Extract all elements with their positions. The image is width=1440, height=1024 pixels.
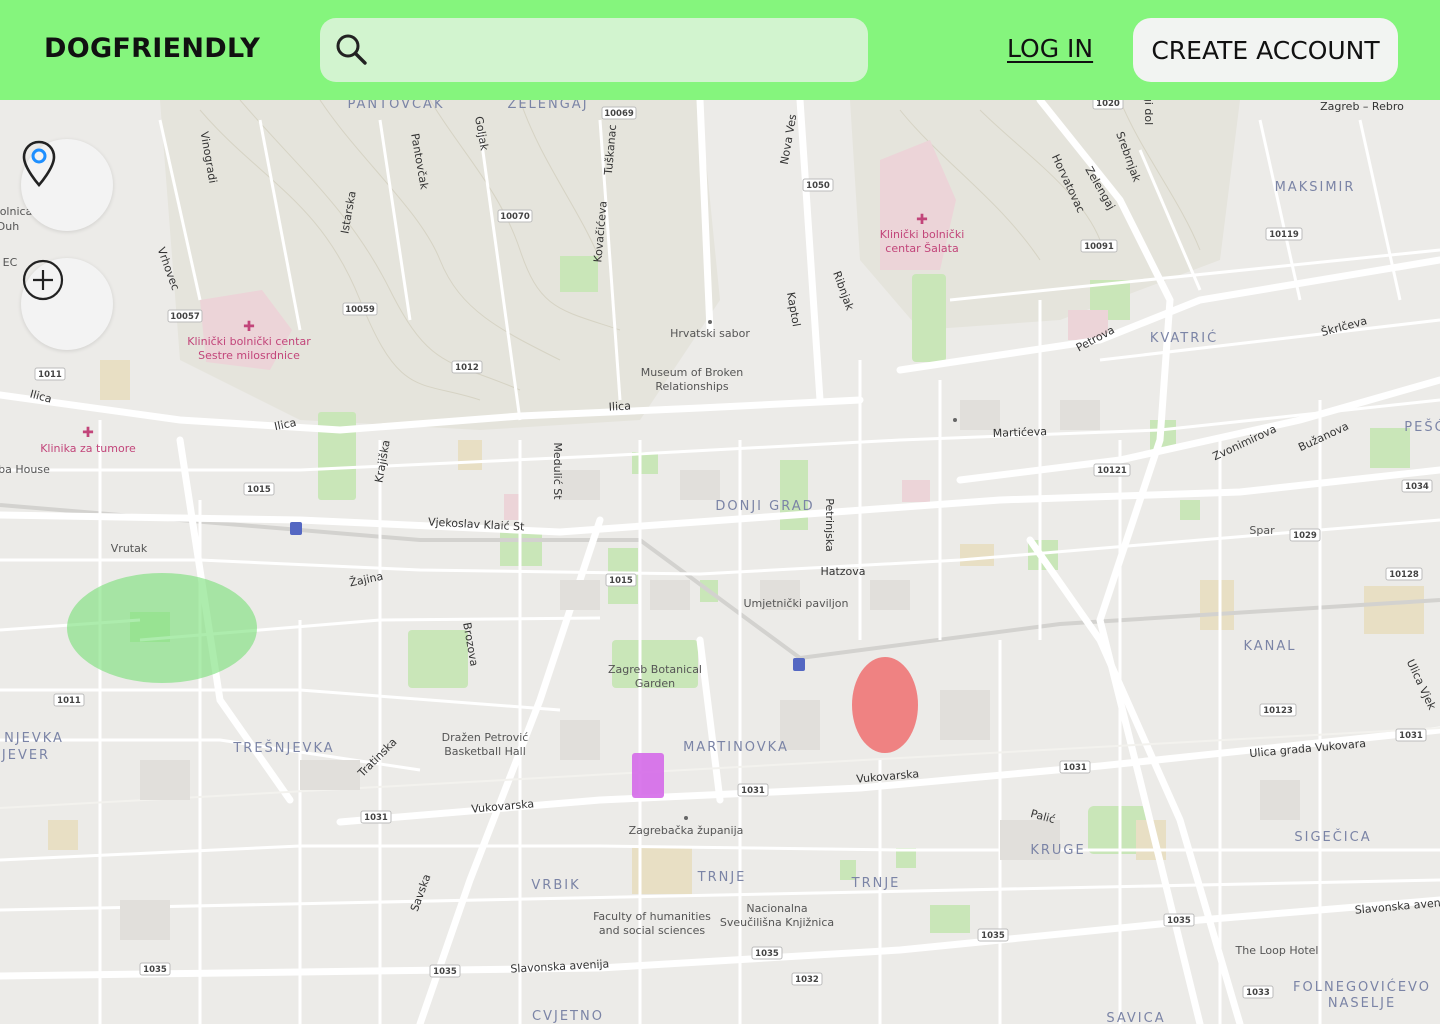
red-area-marker[interactable] [852,657,918,753]
district-label: TREŠNJEVKA [232,740,334,756]
road-number-label: 1011 [38,370,62,380]
road-number-label: 1011 [57,696,81,706]
poi-label: Zagrebačka županija [629,824,744,837]
road-number-label: 1015 [609,576,633,586]
road-number-label: 10070 [500,212,530,222]
poi-label: EC [3,256,18,269]
search-icon [336,34,367,65]
poi-label: Klinički bolnički centar Sestre milosrdni… [187,335,311,362]
road-number-label: 1033 [1246,988,1270,998]
street-label: Petrinjska [823,498,836,552]
map-pin-icon [22,140,56,187]
road-number-label: 1012 [455,363,479,373]
street-label: Zagreb – Rebro [1320,100,1404,113]
road-number-label: 1015 [247,485,271,495]
road-number-label: 10128 [1389,570,1419,580]
poi-label: The Loop Hotel [1235,944,1319,957]
road-number-label: 1031 [1399,731,1423,741]
road-number-label: 1050 [806,181,830,191]
purple-area-marker[interactable] [632,753,664,798]
road-number-label: 1035 [433,967,457,977]
my-location-button[interactable] [21,139,113,231]
top-bar: DOGFRIENDLY LOG IN CREATE ACCOUNT [0,0,1440,100]
district-label: JEVER [1,748,50,763]
road-number-label: 1035 [1167,916,1191,926]
road-number-label: 1031 [741,786,765,796]
district-label: TRNJE [697,870,747,885]
search-box[interactable] [320,18,868,82]
district-label: KVATRIĆ [1150,330,1218,346]
road-number-label: 1035 [143,965,167,975]
search-input[interactable] [382,30,852,70]
road-number-label: 1032 [795,975,819,985]
road-number-label: 10123 [1263,706,1293,716]
street-label: Medulić St [551,442,564,500]
district-label: SAVICA [1106,1011,1165,1024]
green-area-marker[interactable] [67,573,257,683]
road-number-label: 10121 [1097,466,1127,476]
road-number-label: 10091 [1084,242,1114,252]
poi-label: Vrutak [111,542,148,555]
road-number-label: 1031 [1063,763,1087,773]
street-label: Hatzova [820,565,865,578]
street-label: Ilica [608,399,631,413]
poi-label: Umjetnički paviljon [743,597,848,610]
district-label: SIGEČICA [1294,829,1371,845]
district-label: KRUGE [1030,843,1085,858]
district-label: FOLNEGOVIĆEVO [1293,979,1431,995]
map-canvas: 10069 10070 10059 10057 1011 1012 1050 10091 101… [0,100,1440,1024]
train-station-icon [793,658,805,671]
district-label: PANTOVČAK [348,100,445,112]
district-label: PEŠĆ [1404,419,1440,435]
create-account-button[interactable]: CREATE ACCOUNT [1133,18,1398,82]
poi-label: Duh [0,220,19,233]
zoom-in-button[interactable] [21,258,113,350]
road-number-label: 10057 [170,312,200,322]
road-number-label: 10119 [1269,230,1299,240]
road-number-label: 1034 [1405,482,1429,492]
logo[interactable]: DOGFRIENDLY [44,33,260,64]
map-view[interactable]: 10069 10070 10059 10057 1011 1012 1050 10091 101… [0,100,1440,1024]
poi-label: Hrvatski sabor [670,327,750,340]
road-number-label: 1035 [981,931,1005,941]
poi-label: ba House [0,463,50,476]
street-label: Martićeva [993,425,1048,440]
road-number-label: 1031 [364,813,388,823]
district-label: NASELJE [1328,996,1396,1011]
plus-circle-icon [22,259,64,301]
district-label: NJEVKA [4,731,64,746]
poi-label: Klinički bolnički centar Šalata [880,228,965,255]
login-link[interactable]: LOG IN [1007,34,1093,63]
road-number-label: 1035 [755,949,779,959]
poi-label: Spar [1249,524,1275,537]
district-label: MAKSIMIR [1275,180,1356,195]
poi-label: Faculty of humanities and social sciences [593,910,711,937]
road-number-label: 10069 [604,109,634,119]
district-label: MARTINOVKA [683,740,789,755]
road-number-label: 1020 [1096,100,1120,109]
district-label: TRNJE [851,876,901,891]
district-label: VRBIK [531,878,580,893]
hospital-icon: ✚ [82,425,94,441]
hospital-icon: ✚ [916,212,928,228]
district-label: KANAL [1243,639,1296,654]
train-station-icon [290,522,302,535]
road-number-label: 10059 [345,305,375,315]
poi-label: Klinika za tumore [40,442,136,455]
poi-label: Museum of Broken Relationships [641,366,744,393]
road-number-label: 1029 [1293,531,1317,541]
district-label: DONJI GRAD [715,499,814,514]
hospital-icon: ✚ [243,319,255,335]
district-label: CVJETNO [532,1009,604,1024]
poi-label: Dražen Petrović Basketball Hall [442,731,529,758]
district-label: ZELENGAJ [507,100,588,112]
street-label: gi dol [1142,100,1155,125]
